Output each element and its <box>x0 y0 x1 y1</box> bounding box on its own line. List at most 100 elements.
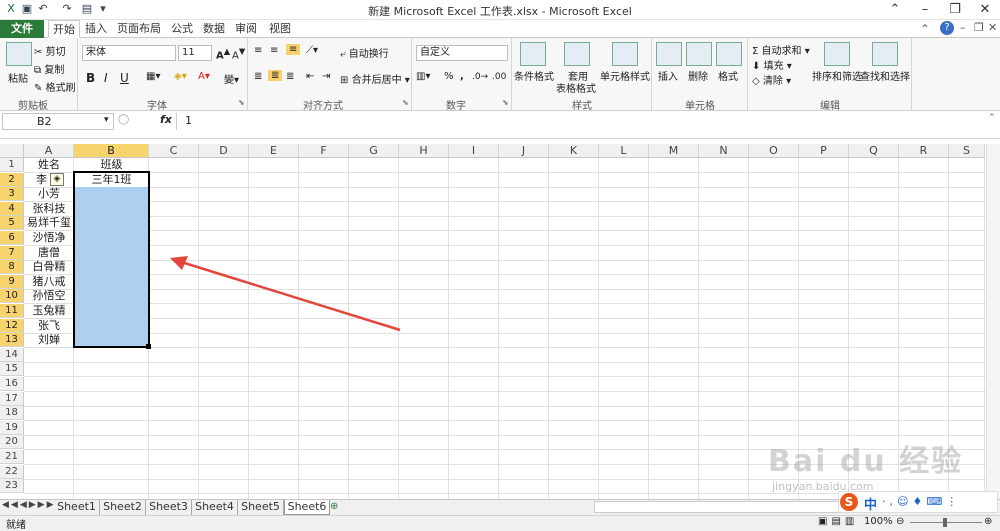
zoom-slider-thumb[interactable] <box>943 518 947 527</box>
font-name-select[interactable]: 宋体 <box>82 45 176 61</box>
help-icon[interactable]: ? <box>940 21 954 35</box>
row-header-22[interactable]: 22 <box>0 464 24 479</box>
row-header-13[interactable]: 13 <box>0 333 24 348</box>
bold-button[interactable]: B <box>86 71 95 85</box>
insert-cells-button[interactable]: 插入 <box>658 68 678 83</box>
ribbon-close-icon[interactable]: ✕ <box>988 21 997 34</box>
format-cells-button[interactable]: 格式 <box>718 68 738 83</box>
fill-button[interactable]: ⬇ 填充 ▾ <box>752 57 792 72</box>
tab-insert[interactable]: 插入 <box>82 20 110 38</box>
column-header-d[interactable]: D <box>199 144 249 158</box>
cell-a3[interactable]: 小芳 <box>24 187 74 201</box>
select-all-button[interactable] <box>0 144 24 158</box>
align-bottom-icon[interactable]: ≡ <box>286 44 301 55</box>
column-header-s[interactable]: S <box>949 144 985 158</box>
ime-tool-icons[interactable]: ·,☺♦⌨⋮ <box>882 495 961 508</box>
column-header-a[interactable]: A <box>24 144 74 158</box>
name-box[interactable]: B2 <box>2 113 114 130</box>
row-header-21[interactable]: 21 <box>0 450 24 464</box>
column-header-h[interactable]: H <box>399 144 449 158</box>
close-button[interactable]: ✕ <box>970 0 1000 20</box>
align-left-icon[interactable]: ≣ <box>254 71 262 82</box>
copy-button[interactable]: ⧉ 复制 <box>34 61 64 76</box>
format-as-table-icon[interactable] <box>564 42 590 66</box>
cell-a5[interactable]: 易烊千玺 <box>24 216 74 230</box>
conditional-format-button[interactable]: 条件格式 <box>514 68 554 83</box>
cell-a6[interactable]: 沙悟净 <box>24 231 74 245</box>
insert-sheet-icon[interactable]: ⊕ <box>330 501 338 512</box>
zoom-out-icon[interactable]: ⊖ <box>896 516 904 527</box>
column-header-r[interactable]: R <box>899 144 949 158</box>
format-painter-button[interactable]: ✎ 格式刷 <box>34 79 76 94</box>
vertical-scrollbar[interactable] <box>986 144 1000 499</box>
tab-view[interactable]: 视图 <box>266 20 294 38</box>
cell-a7[interactable]: 唐僧 <box>24 246 74 260</box>
row-header-14[interactable]: 14 <box>0 347 24 362</box>
tab-home[interactable]: 开始 <box>48 20 80 38</box>
row-header-4[interactable]: 4 <box>0 201 24 216</box>
cell-b1[interactable]: 班级 <box>74 158 149 172</box>
minimize-ribbon-icon[interactable]: ⌃ <box>920 22 930 36</box>
accounting-format-icon[interactable]: ▥▾ <box>416 71 430 82</box>
cell-a11[interactable]: 玉兔精 <box>24 304 74 318</box>
align-middle-icon[interactable]: ≡ <box>270 45 278 56</box>
view-mode-icons[interactable]: ▣▤▥ <box>818 516 858 527</box>
fill-color-icon[interactable]: ◈▾ <box>174 71 187 82</box>
align-right-icon[interactable]: ≣ <box>286 71 294 82</box>
cut-button[interactable]: ✂ 剪切 <box>34 43 66 58</box>
sort-filter-button[interactable]: 排序和筛选 <box>812 68 862 83</box>
fill-handle[interactable] <box>146 344 151 349</box>
find-select-icon[interactable] <box>872 42 898 66</box>
ime-mode-label[interactable]: 中 <box>864 494 877 513</box>
minimize-button[interactable]: – <box>910 0 940 20</box>
cell-a13[interactable]: 刘婵 <box>24 333 74 347</box>
grow-font-icon[interactable]: A▲ <box>216 46 230 61</box>
delete-cells-icon[interactable] <box>686 42 712 66</box>
clear-button[interactable]: ◇ 清除 ▾ <box>752 72 791 87</box>
help-ribbon-icon[interactable]: ⌃ <box>880 0 910 20</box>
sheet-tab-sheet6[interactable]: Sheet6 <box>284 500 330 515</box>
number-format-select[interactable]: 自定义 <box>416 45 508 61</box>
column-header-f[interactable]: F <box>299 144 349 158</box>
decrease-decimal-icon[interactable]: .00 <box>492 72 506 82</box>
column-header-k[interactable]: K <box>549 144 599 158</box>
column-header-o[interactable]: O <box>749 144 799 158</box>
ribbon-minimize-icon[interactable]: – <box>960 21 966 34</box>
formula-bar-resize-icon[interactable]: ◯ <box>118 114 129 125</box>
orientation-icon[interactable]: ⟋▾ <box>306 45 318 56</box>
font-dialog-launcher-icon[interactable]: ⬊ <box>238 98 245 107</box>
comma-button[interactable]: , <box>460 71 464 82</box>
alignment-dialog-launcher-icon[interactable]: ⬊ <box>402 98 409 107</box>
column-header-j[interactable]: J <box>499 144 549 158</box>
column-header-l[interactable]: L <box>599 144 649 158</box>
expand-formula-bar-icon[interactable]: ⌃ <box>988 113 996 123</box>
sheet-tab-sheet2[interactable]: Sheet2 <box>100 500 146 515</box>
row-header-16[interactable]: 16 <box>0 377 24 391</box>
row-header-20[interactable]: 20 <box>0 435 24 450</box>
row-header-18[interactable]: 18 <box>0 406 24 421</box>
column-header-b[interactable]: B <box>74 144 149 158</box>
cell-a9[interactable]: 猪八戒 <box>24 275 74 289</box>
align-top-icon[interactable]: ≡ <box>254 45 262 56</box>
cell-a12[interactable]: 张飞 <box>24 319 74 333</box>
column-header-m[interactable]: M <box>649 144 699 158</box>
sheet-tab-sheet3[interactable]: Sheet3 <box>146 500 192 515</box>
delete-cells-button[interactable]: 删除 <box>688 68 708 83</box>
cell-a1[interactable]: 姓名 <box>24 158 74 172</box>
row-header-19[interactable]: 19 <box>0 420 24 435</box>
find-select-button[interactable]: 查找和选择 <box>860 68 910 83</box>
autosum-button[interactable]: Σ 自动求和 ▾ <box>752 42 810 57</box>
font-color-icon[interactable]: A▾ <box>198 71 210 82</box>
auto-fill-options-icon[interactable]: ◈ <box>50 173 64 186</box>
increase-decimal-icon[interactable]: .0→ <box>472 72 488 82</box>
column-header-g[interactable]: G <box>349 144 399 158</box>
column-header-n[interactable]: N <box>699 144 749 158</box>
conditional-format-icon[interactable] <box>520 42 546 66</box>
sheet-tab-sheet1[interactable]: Sheet1 <box>54 500 100 515</box>
font-size-select[interactable]: 11 <box>178 45 212 61</box>
sheet-tab-sheet5[interactable]: Sheet5 <box>238 500 284 515</box>
row-header-2[interactable]: 2 <box>0 172 24 187</box>
increase-indent-icon[interactable]: ⇥ <box>322 71 330 82</box>
cell-a10[interactable]: 孙悟空 <box>24 289 74 303</box>
row-header-5[interactable]: 5 <box>0 216 24 231</box>
